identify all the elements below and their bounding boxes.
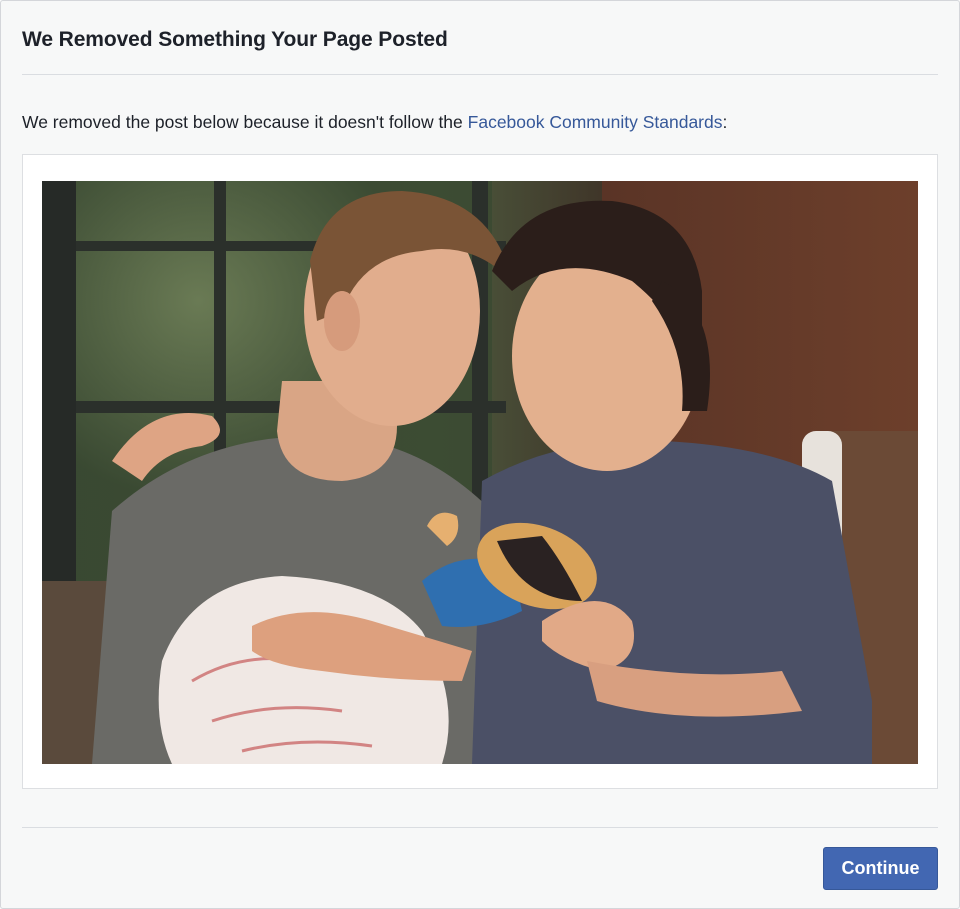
header-divider [22,74,938,75]
removed-post-preview [22,154,938,789]
community-standards-link[interactable]: Facebook Community Standards [468,112,723,132]
removal-dialog: We Removed Something Your Page Posted We… [0,0,960,909]
footer-divider [22,827,938,828]
post-photo [42,181,918,764]
dialog-title: We Removed Something Your Page Posted [22,28,448,51]
continue-button[interactable]: Continue [823,847,938,890]
removal-message: We removed the post below because it doe… [22,112,727,133]
message-suffix: : [722,112,728,132]
photo-illustration [42,181,918,764]
message-text: We removed the post below because it doe… [22,112,468,132]
